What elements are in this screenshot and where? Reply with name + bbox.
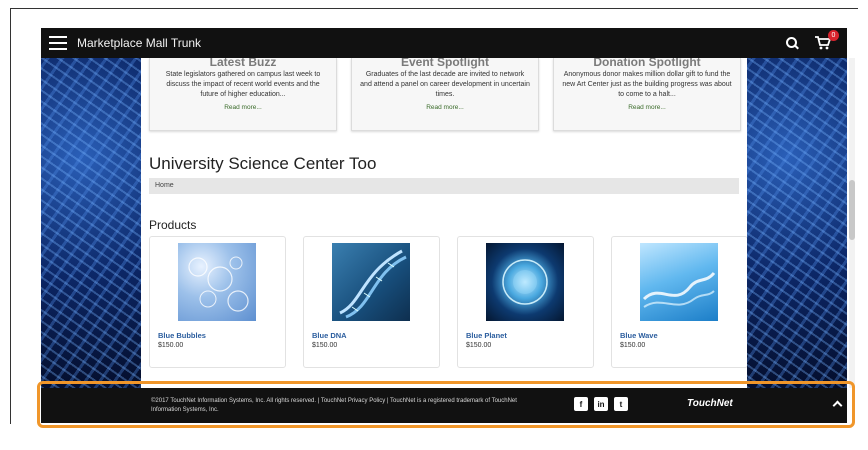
read-more-link[interactable]: Read more... xyxy=(554,104,740,111)
twitter-icon[interactable]: t xyxy=(614,397,628,411)
background-image-right xyxy=(747,58,847,388)
product-image-planet[interactable] xyxy=(486,243,564,321)
top-nav-bar: Marketplace Mall Trunk 0 xyxy=(41,28,847,58)
main-content: Latest Buzz State legislators gathered o… xyxy=(141,58,747,388)
news-card-text: State legislators gathered on campus las… xyxy=(165,71,321,98)
background-image-left xyxy=(41,58,141,388)
product-card[interactable]: Blue Wave $150.00 xyxy=(611,236,747,368)
cart-count-badge: 0 xyxy=(828,30,839,41)
product-name-link[interactable]: Blue Planet xyxy=(466,331,507,340)
news-card-title: Donation Spotlight xyxy=(593,58,701,69)
product-image-wave[interactable] xyxy=(640,243,718,321)
facebook-icon[interactable]: f xyxy=(574,397,588,411)
product-card[interactable]: Blue Bubbles $150.00 xyxy=(149,236,286,368)
read-more-link[interactable]: Read more... xyxy=(150,104,336,111)
product-image-dna[interactable] xyxy=(332,243,410,321)
page-title: University Science Center Too xyxy=(149,154,377,173)
header-actions: 0 xyxy=(785,30,839,50)
news-card: Latest Buzz State legislators gathered o… xyxy=(149,58,337,131)
product-card[interactable]: Blue Planet $150.00 xyxy=(457,236,594,368)
breadcrumb-home-link[interactable]: Home xyxy=(155,182,174,189)
product-grid: Blue Bubbles $150.00 Blue DNA $150.00 Bl… xyxy=(149,236,747,368)
cart-button[interactable]: 0 xyxy=(815,30,839,50)
product-price: $150.00 xyxy=(312,342,338,349)
site-footer: ©2017 TouchNet Information Systems, Inc.… xyxy=(41,388,847,423)
breadcrumb: Home xyxy=(149,178,739,194)
hamburger-menu-icon[interactable] xyxy=(49,36,67,50)
news-card: Donation Spotlight Anonymous donor makes… xyxy=(553,58,741,131)
product-card[interactable]: Blue DNA $150.00 xyxy=(303,236,440,368)
footer-copyright: ©2017 TouchNet Information Systems, Inc.… xyxy=(151,398,517,413)
window-border-left xyxy=(10,8,11,424)
product-name-link[interactable]: Blue DNA xyxy=(312,331,347,340)
news-card-text: Graduates of the last decade are invited… xyxy=(360,71,530,98)
news-card-text: Anonymous donor makes million dollar gif… xyxy=(562,71,732,98)
news-card: Event Spotlight Graduates of the last de… xyxy=(351,58,539,131)
search-icon[interactable] xyxy=(785,36,799,50)
touchnet-logo[interactable]: TouchNet xyxy=(687,398,733,409)
store-title[interactable]: Marketplace Mall Trunk xyxy=(77,36,201,50)
news-card-title: Latest Buzz xyxy=(209,58,277,69)
news-card-title: Event Spotlight xyxy=(401,58,489,69)
scrollbar-thumb[interactable] xyxy=(849,180,855,240)
read-more-link[interactable]: Read more... xyxy=(352,104,538,111)
social-links: f in t xyxy=(574,397,628,411)
linkedin-icon[interactable]: in xyxy=(594,397,608,411)
product-name-link[interactable]: Blue Bubbles xyxy=(158,331,206,340)
product-name-link[interactable]: Blue Wave xyxy=(620,331,658,340)
product-price: $150.00 xyxy=(158,342,184,349)
product-price: $150.00 xyxy=(466,342,492,349)
products-heading: Products xyxy=(149,218,197,232)
product-price: $150.00 xyxy=(620,342,646,349)
product-image-bubbles[interactable] xyxy=(178,243,256,321)
window-border-top xyxy=(10,8,858,9)
chevron-up-icon[interactable] xyxy=(832,399,842,409)
news-cards: Latest Buzz State legislators gathered o… xyxy=(149,58,741,131)
